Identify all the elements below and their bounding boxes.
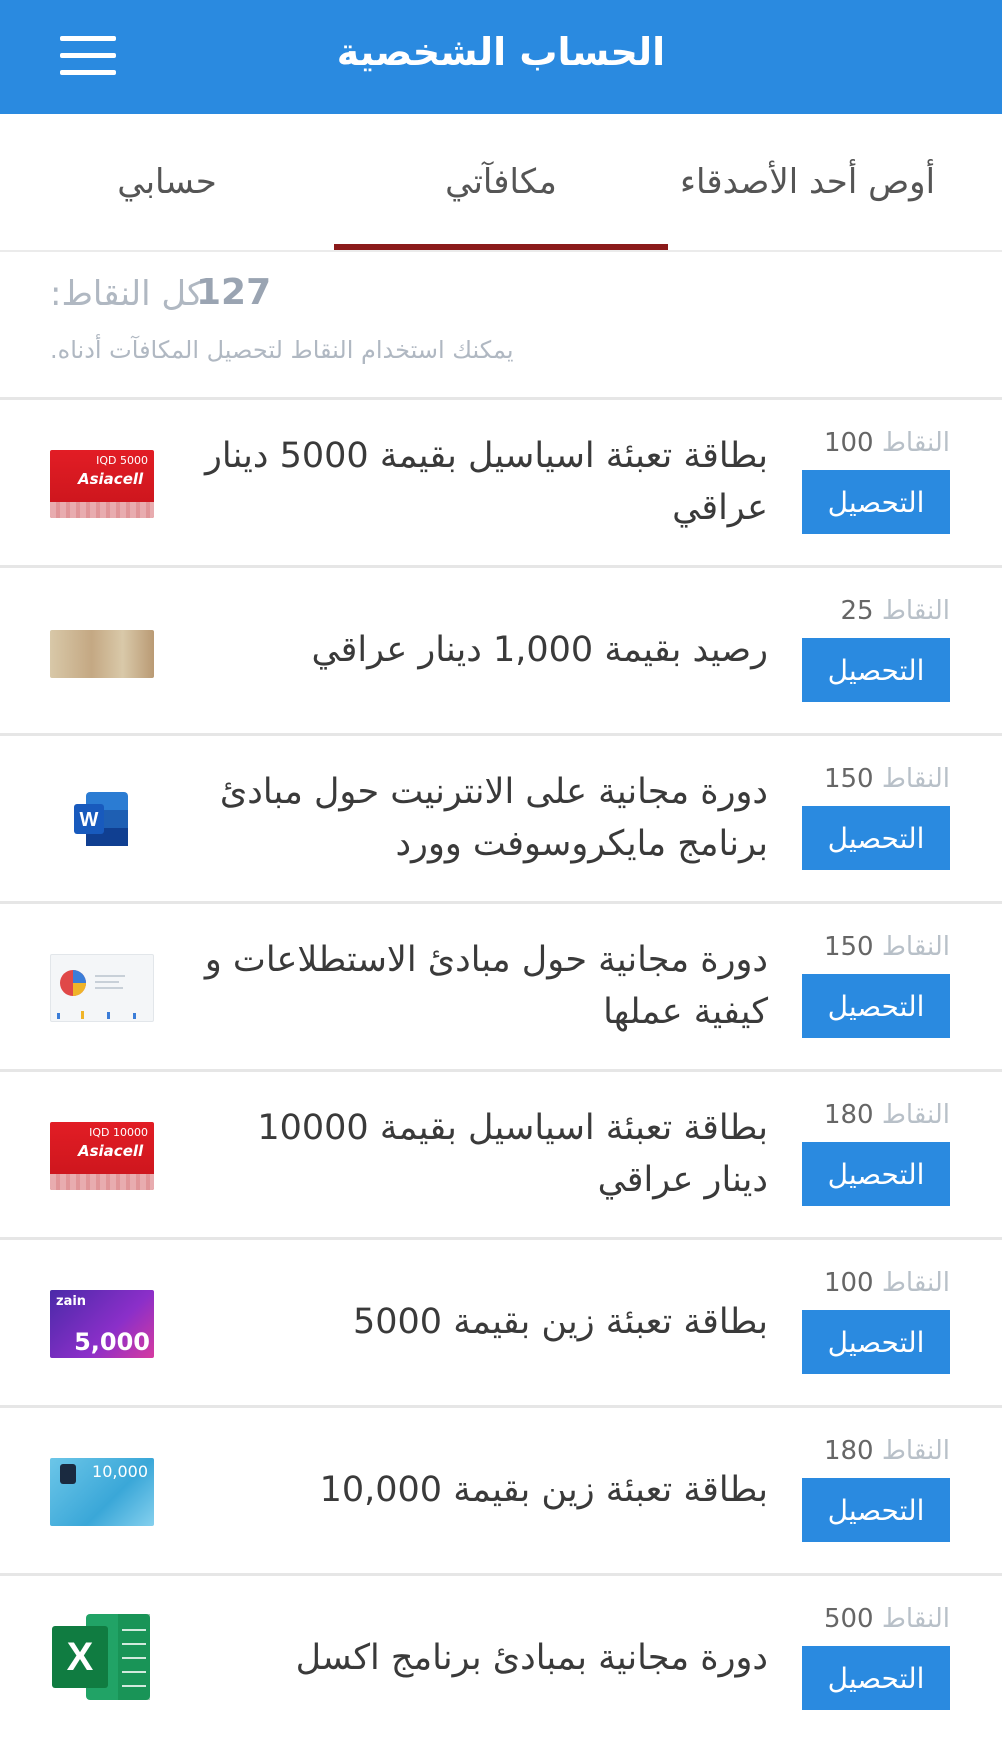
reward-row: X دورة مجانية بمبادئ برنامج اكسل النقاط …: [0, 1576, 1002, 1737]
reward-title: بطاقة تعبئة زين بقيمة 10,000: [319, 1470, 768, 1510]
reward-title: رصيد بقيمة 1,000 دينار عراقي: [311, 630, 768, 670]
points-amount: 25: [840, 596, 874, 626]
reward-title: دورة مجانية حول مبادئ الاستطلاعات و كيفي…: [204, 940, 768, 1032]
reward-points: النقاط 180: [824, 1436, 950, 1466]
reward-points: النقاط 500: [824, 1604, 950, 1634]
asiacell-card-image: IQD 5000 Asiacell: [50, 450, 154, 518]
tab-refer-friend[interactable]: أوص أحد الأصدقاء: [680, 114, 1002, 250]
reward-points: النقاط 100: [824, 1268, 950, 1298]
points-caption: النقاط: [881, 932, 950, 962]
tab-bar: أوص أحد الأصدقاء مكافآتي حسابي: [0, 114, 1002, 252]
tab-my-account[interactable]: حسابي: [0, 114, 334, 250]
reward-row: W دورة مجانية على الانترنيت حول مبادئ بر…: [0, 736, 1002, 904]
points-amount: 150: [823, 764, 874, 794]
svg-text:X: X: [67, 1635, 94, 1679]
card-amount: IQD 5000: [96, 454, 148, 467]
reward-row: دورة مجانية حول مبادئ الاستطلاعات و كيفي…: [0, 904, 1002, 1072]
zain-logo: zain: [56, 1294, 87, 1309]
redeem-button[interactable]: التحصيل: [802, 1310, 950, 1374]
redeem-button[interactable]: التحصيل: [802, 974, 950, 1038]
card-amount: 5,000: [74, 1328, 150, 1356]
reward-row: 10,000 بطاقة تعبئة زين بقيمة 10,000 النق…: [0, 1408, 1002, 1576]
reward-points: النقاط 25: [841, 596, 950, 626]
dinar-note-image: [50, 630, 154, 678]
zain-card-image: zain 5,000: [50, 1290, 154, 1358]
reward-points: النقاط 180: [824, 1100, 950, 1130]
points-caption: النقاط: [881, 428, 950, 458]
points-amount: 180: [823, 1436, 874, 1466]
points-amount: 500: [823, 1604, 874, 1634]
survey-chart-image: [50, 954, 154, 1022]
points-value: 127: [196, 272, 272, 313]
card-amount: 10,000: [92, 1462, 148, 1481]
redeem-button[interactable]: التحصيل: [802, 1142, 950, 1206]
points-hint: يمكنك استخدام النقاط لتحصيل المكافآت أدن…: [50, 336, 514, 364]
excel-icon: X: [52, 1614, 150, 1700]
points-caption: النقاط: [881, 764, 950, 794]
reward-row: IQD 5000 Asiacell بطاقة تعبئة اسياسيل بق…: [0, 400, 1002, 568]
zain-card-image: 10,000: [50, 1458, 154, 1526]
points-caption: النقاط: [881, 1604, 950, 1634]
redeem-button[interactable]: التحصيل: [802, 638, 950, 702]
points-amount: 180: [823, 1100, 874, 1130]
points-caption: النقاط: [881, 596, 950, 626]
app-bar: الحساب الشخصية: [0, 0, 1002, 114]
points-amount: 100: [823, 1268, 874, 1298]
points-amount: 150: [823, 932, 874, 962]
reward-row: رصيد بقيمة 1,000 دينار عراقي النقاط 25 ا…: [0, 568, 1002, 736]
reward-row: zain 5,000 بطاقة تعبئة زين بقيمة 5000 ال…: [0, 1240, 1002, 1408]
asiacell-logo: Asiacell: [78, 470, 144, 488]
reward-row: IQD 10000 Asiacell بطاقة تعبئة اسياسيل ب…: [0, 1072, 1002, 1240]
asiacell-card-image: IQD 10000 Asiacell: [50, 1122, 154, 1190]
points-summary: كل النقاط: 127 يمكنك استخدام النقاط لتحص…: [0, 252, 1002, 400]
reward-title: بطاقة تعبئة زين بقيمة 5000: [353, 1302, 768, 1342]
svg-text:W: W: [80, 809, 99, 831]
points-label: كل النقاط:: [50, 274, 204, 314]
reward-title: بطاقة تعبئة اسياسيل بقيمة 5000 دينار عرا…: [205, 436, 768, 528]
redeem-button[interactable]: التحصيل: [802, 806, 950, 870]
reward-title: دورة مجانية بمبادئ برنامج اكسل: [295, 1638, 768, 1678]
points-amount: 100: [823, 428, 874, 458]
reward-points: النقاط 150: [824, 932, 950, 962]
asiacell-logo: Asiacell: [78, 1142, 144, 1160]
reward-points: النقاط 150: [824, 764, 950, 794]
card-amount: IQD 10000: [89, 1126, 148, 1139]
points-caption: النقاط: [881, 1268, 950, 1298]
points-caption: النقاط: [881, 1100, 950, 1130]
page-title: الحساب الشخصية: [336, 30, 666, 74]
reward-title: بطاقة تعبئة اسياسيل بقيمة 10000 دينار عر…: [257, 1108, 768, 1200]
reward-points: النقاط 100: [824, 428, 950, 458]
active-tab-indicator: [334, 244, 668, 250]
points-caption: النقاط: [881, 1436, 950, 1466]
redeem-button[interactable]: التحصيل: [802, 1478, 950, 1542]
reward-title: دورة مجانية على الانترنيت حول مبادئ برنا…: [219, 772, 768, 864]
redeem-button[interactable]: التحصيل: [802, 470, 950, 534]
word-icon: W: [74, 792, 128, 846]
tab-my-rewards[interactable]: مكافآتي: [334, 114, 668, 250]
redeem-button[interactable]: التحصيل: [802, 1646, 950, 1710]
